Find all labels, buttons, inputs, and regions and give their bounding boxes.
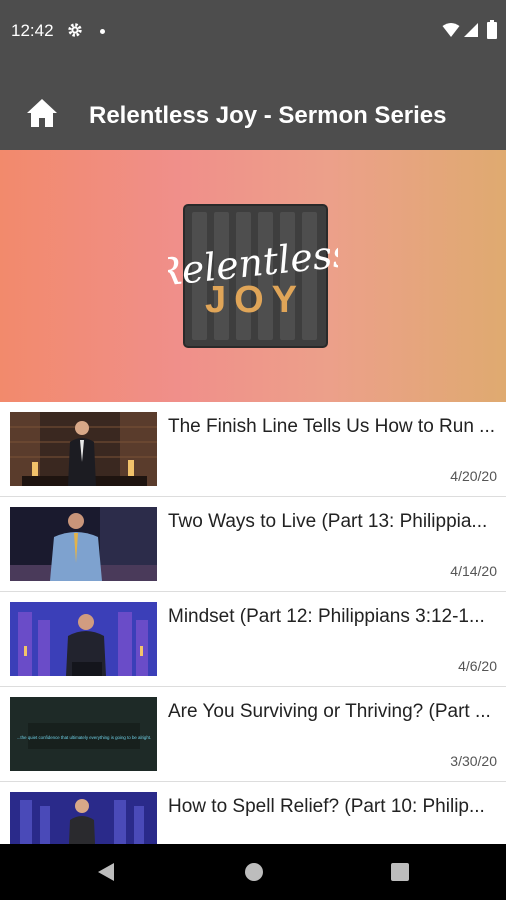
sermon-thumbnail — [10, 602, 157, 676]
sermon-thumbnail: ...the quiet confidence that ultimately … — [10, 697, 157, 771]
status-time: 12:42 — [11, 21, 54, 40]
sermon-title: Two Ways to Live (Part 13: Philippia... — [168, 511, 488, 532]
home-circle-icon[interactable] — [244, 862, 264, 882]
battery-icon — [487, 20, 497, 39]
sermon-thumbnail — [10, 792, 157, 844]
sermon-date: 4/14/20 — [450, 563, 497, 579]
gear-icon — [68, 23, 82, 37]
sermon-date: 4/6/20 — [458, 658, 497, 674]
list-item[interactable]: ...the quiet confidence that ultimately … — [0, 687, 506, 782]
list-item[interactable]: Mindset (Part 12: Philippians 3:12-1... … — [0, 592, 506, 687]
back-icon[interactable] — [96, 862, 116, 882]
thumbnail-caption: ...the quiet confidence that ultimately … — [17, 735, 151, 740]
sermon-date: 4/20/20 — [450, 468, 497, 484]
sermon-thumbnail — [10, 412, 157, 486]
sermon-thumbnail — [10, 507, 157, 581]
logo-block-text: JOY — [205, 279, 305, 321]
sermon-title: How to Spell Relief? (Part 10: Philip... — [168, 796, 485, 817]
sermon-list: The Finish Line Tells Us How to Run ... … — [0, 402, 506, 844]
series-logo: Relentless JOY — [168, 204, 338, 348]
page-title: Relentless Joy - Sermon Series — [89, 102, 447, 129]
list-item[interactable]: How to Spell Relief? (Part 10: Philip... — [0, 782, 506, 844]
sermon-title: Mindset (Part 12: Philippians 3:12-1... — [168, 606, 485, 627]
signal-icon — [464, 23, 478, 37]
wifi-icon — [442, 23, 460, 37]
list-item[interactable]: The Finish Line Tells Us How to Run ... … — [0, 402, 506, 497]
sermon-date: 3/30/20 — [450, 753, 497, 769]
sermon-title: Are You Surviving or Thriving? (Part ... — [168, 701, 491, 722]
home-icon[interactable] — [26, 97, 58, 129]
sermon-title: The Finish Line Tells Us How to Run ... — [168, 416, 496, 437]
list-item[interactable]: Two Ways to Live (Part 13: Philippia... … — [0, 497, 506, 592]
status-bar: 12:42 — [0, 0, 506, 60]
recents-square-icon[interactable] — [390, 862, 410, 882]
notification-dot — [100, 29, 105, 34]
